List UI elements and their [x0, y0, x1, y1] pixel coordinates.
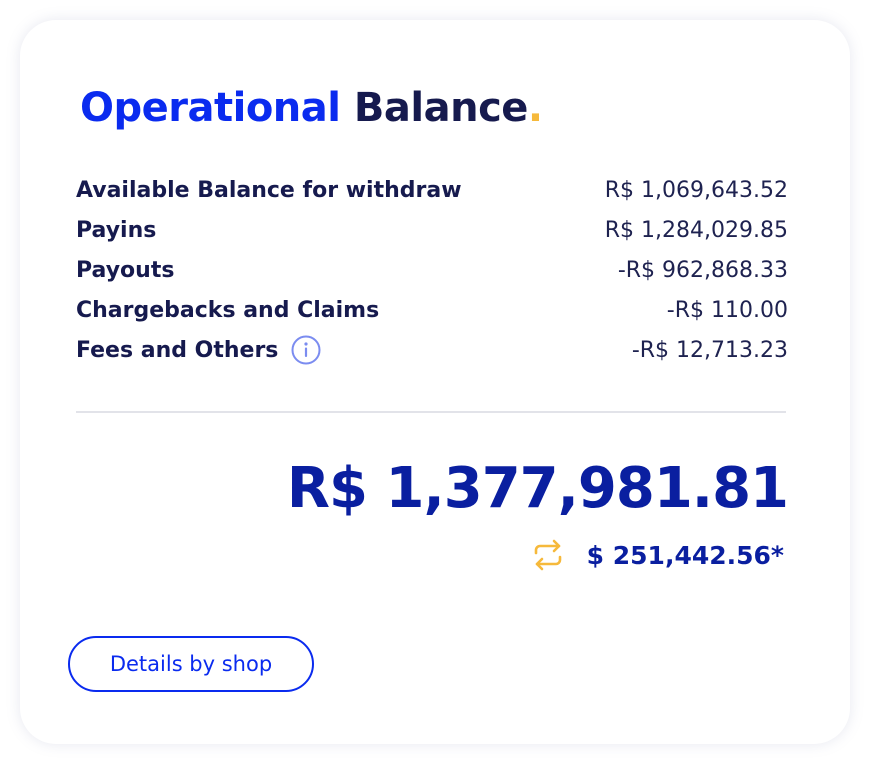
- row-label: Payouts: [76, 257, 175, 283]
- row-value: -R$ 12,713.23: [631, 337, 788, 363]
- row-value: R$ 1,284,029.85: [604, 217, 788, 243]
- row-value: R$ 1,069,643.52: [604, 177, 788, 203]
- total-balance: R$ 1,377,981.81: [286, 456, 789, 521]
- row-payins: Payins R$ 1,284,029.85: [76, 210, 788, 250]
- title-rest: Balance: [353, 85, 529, 131]
- operational-balance-card: Operational Balance. Available Balance f…: [20, 20, 850, 744]
- row-label: Available Balance for withdraw: [76, 177, 462, 203]
- row-label: Chargebacks and Claims: [76, 297, 380, 323]
- details-by-shop-button[interactable]: Details by shop: [68, 636, 314, 692]
- row-label: Payins: [76, 217, 157, 243]
- row-label: Fees and Others: [76, 337, 279, 363]
- balance-breakdown-list: Available Balance for withdraw R$ 1,069,…: [76, 170, 788, 370]
- row-fees-others: Fees and Others -R$ 12,713.23: [76, 330, 788, 370]
- swap-arrows-icon: [531, 538, 565, 572]
- row-value: -R$ 110.00: [666, 297, 788, 323]
- divider: [76, 411, 786, 413]
- converted-value: $ 251,442.56*: [586, 540, 784, 570]
- row-available-balance: Available Balance for withdraw R$ 1,069,…: [76, 170, 788, 210]
- title-dot: .: [527, 85, 543, 131]
- title-highlight: Operational: [80, 85, 341, 131]
- row-payouts: Payouts -R$ 962,868.33: [76, 250, 788, 290]
- row-value: -R$ 962,868.33: [617, 257, 788, 283]
- info-icon[interactable]: [291, 335, 321, 365]
- converted-balance: $ 251,442.56*: [531, 538, 784, 572]
- row-chargebacks-claims: Chargebacks and Claims -R$ 110.00: [76, 290, 788, 330]
- card-title: Operational Balance.: [80, 82, 543, 134]
- row-label-wrapper: Fees and Others: [76, 335, 321, 365]
